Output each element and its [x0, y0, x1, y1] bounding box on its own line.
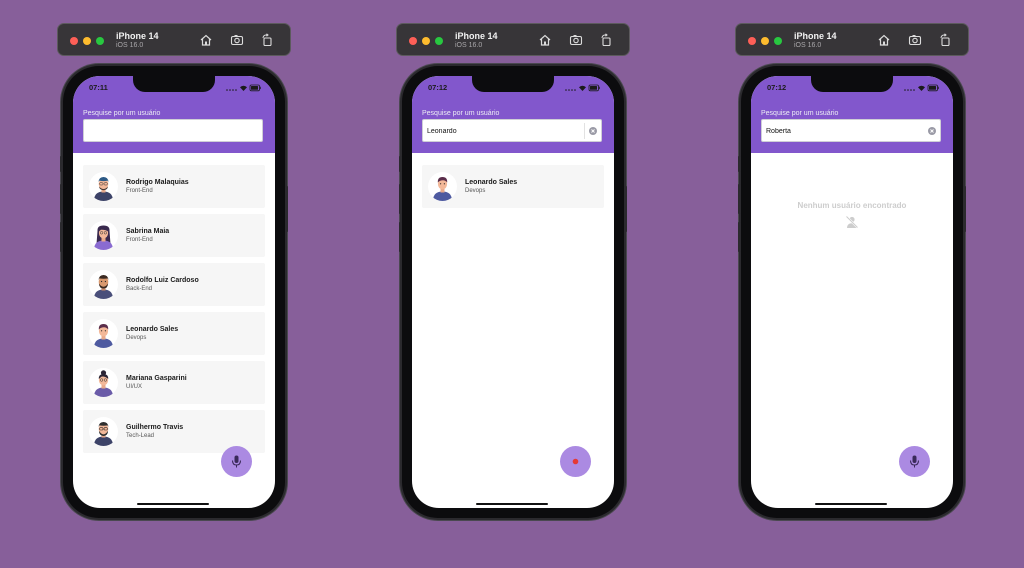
avatar: [89, 270, 118, 299]
simulator-toolbar: iPhone 14 iOS 16.0: [57, 23, 291, 56]
clear-search-icon[interactable]: [589, 127, 597, 135]
user-slash-icon: [845, 215, 859, 229]
iphone-frame: 07:12 Pesquise por um usuário Nenhum usu…: [738, 66, 966, 518]
search-input[interactable]: [427, 125, 577, 137]
simulator-window-3: iPhone 14 iOS 16.0 07:12 Pesquise por um…: [735, 0, 975, 568]
user-card[interactable]: Leonardo Sales Devops: [422, 165, 604, 208]
user-name: Leonardo Sales: [126, 326, 179, 333]
user-card[interactable]: Sabrina Maia Front-End: [83, 214, 265, 257]
rotate-icon[interactable]: [599, 33, 613, 47]
zoom-window-button[interactable]: [774, 37, 782, 45]
minimize-window-button[interactable]: [83, 37, 91, 45]
phone-screen: 07:12 Pesquise por um usuário Nenhum usu…: [751, 76, 953, 508]
avatar: [89, 221, 118, 250]
user-name: Rodrigo Malaquias: [126, 179, 189, 186]
iphone-frame: 07:11 Pesquise por um usuário Rodrigo Ma…: [60, 66, 288, 518]
status-icons: [903, 84, 939, 92]
close-window-button[interactable]: [748, 37, 756, 45]
simulator-window-2: iPhone 14 iOS 16.0 07:12 Pesquise por um…: [396, 0, 636, 568]
user-role: Tech-Lead: [126, 433, 155, 439]
user-name: Sabrina Maia: [126, 228, 170, 235]
clear-search-icon[interactable]: [928, 127, 936, 135]
home-icon[interactable]: [199, 33, 213, 47]
user-name: Rodolfo Luiz Cardoso: [126, 277, 199, 284]
user-role: UI/UX: [126, 384, 143, 390]
user-role: Devops: [465, 188, 486, 194]
rotate-icon[interactable]: [938, 33, 952, 47]
search-input[interactable]: [766, 125, 916, 137]
avatar: [428, 172, 457, 201]
close-window-button[interactable]: [70, 37, 78, 45]
user-name: Guilhermo Travis: [126, 424, 184, 431]
dynamic-notch: [472, 76, 554, 92]
zoom-window-button[interactable]: [435, 37, 443, 45]
search-label: Pesquise por um usuário: [761, 110, 839, 117]
voice-search-button[interactable]: [221, 446, 252, 477]
microphone-icon: [231, 455, 242, 468]
user-role: Front-End: [126, 188, 153, 194]
minimize-window-button[interactable]: [422, 37, 430, 45]
search-label: Pesquise por um usuário: [83, 110, 161, 117]
user-card[interactable]: Leonardo Sales Devops: [83, 312, 265, 355]
user-role: Back-End: [126, 286, 153, 292]
os-version: iOS 16.0: [455, 42, 483, 49]
avatar: [89, 368, 118, 397]
home-indicator[interactable]: [137, 503, 209, 505]
home-indicator[interactable]: [476, 503, 548, 505]
user-card[interactable]: Rodrigo Malaquias Front-End: [83, 165, 265, 208]
avatar: [89, 319, 118, 348]
minimize-window-button[interactable]: [761, 37, 769, 45]
microphone-icon: [909, 455, 920, 468]
home-icon[interactable]: [538, 33, 552, 47]
dynamic-notch: [811, 76, 893, 92]
home-indicator[interactable]: [815, 503, 887, 505]
screenshot-icon[interactable]: [908, 33, 922, 47]
status-icons: [564, 84, 600, 92]
user-name: Mariana Gasparini: [126, 375, 187, 382]
voice-search-button[interactable]: [899, 446, 930, 477]
avatar: [89, 417, 118, 446]
os-version: iOS 16.0: [116, 42, 144, 49]
phone-screen: 07:11 Pesquise por um usuário Rodrigo Ma…: [73, 76, 275, 508]
phone-screen: 07:12 Pesquise por um usuário Leonardo L…: [412, 76, 614, 508]
device-name: iPhone 14: [794, 31, 837, 41]
search-input[interactable]: [88, 125, 238, 137]
rotate-icon[interactable]: [260, 33, 274, 47]
search-box[interactable]: [761, 119, 941, 142]
status-time: 07:12: [767, 83, 787, 92]
zoom-window-button[interactable]: [96, 37, 104, 45]
status-time: 07:12: [428, 83, 448, 92]
simulator-toolbar: iPhone 14 iOS 16.0: [735, 23, 969, 56]
recording-dot-icon: [572, 458, 579, 465]
screenshot-icon[interactable]: [230, 33, 244, 47]
status-time: 07:11: [89, 83, 108, 92]
avatar: [89, 172, 118, 201]
simulator-window-1: iPhone 14 iOS 16.0 07:11 Pesquise por um…: [57, 0, 297, 568]
user-card[interactable]: Mariana Gasparini UI/UX: [83, 361, 265, 404]
empty-state-message: Nenhum usuário encontrado: [797, 201, 907, 210]
screenshot-icon[interactable]: [569, 33, 583, 47]
os-version: iOS 16.0: [794, 42, 822, 49]
user-role: Devops: [126, 335, 147, 341]
device-name: iPhone 14: [455, 31, 498, 41]
close-window-button[interactable]: [409, 37, 417, 45]
device-name: iPhone 14: [116, 31, 159, 41]
simulator-toolbar: iPhone 14 iOS 16.0: [396, 23, 630, 56]
status-icons: [225, 84, 261, 92]
search-box[interactable]: [422, 119, 602, 142]
iphone-frame: 07:12 Pesquise por um usuário Leonardo L…: [399, 66, 627, 518]
search-label: Pesquise por um usuário: [422, 110, 500, 117]
voice-search-button[interactable]: [560, 446, 591, 477]
home-icon[interactable]: [877, 33, 891, 47]
user-role: Front-End: [126, 237, 153, 243]
search-box[interactable]: [83, 119, 263, 142]
dynamic-notch: [133, 76, 215, 92]
user-name: Leonardo Sales: [465, 179, 518, 186]
user-card[interactable]: Rodolfo Luiz Cardoso Back-End: [83, 263, 265, 306]
